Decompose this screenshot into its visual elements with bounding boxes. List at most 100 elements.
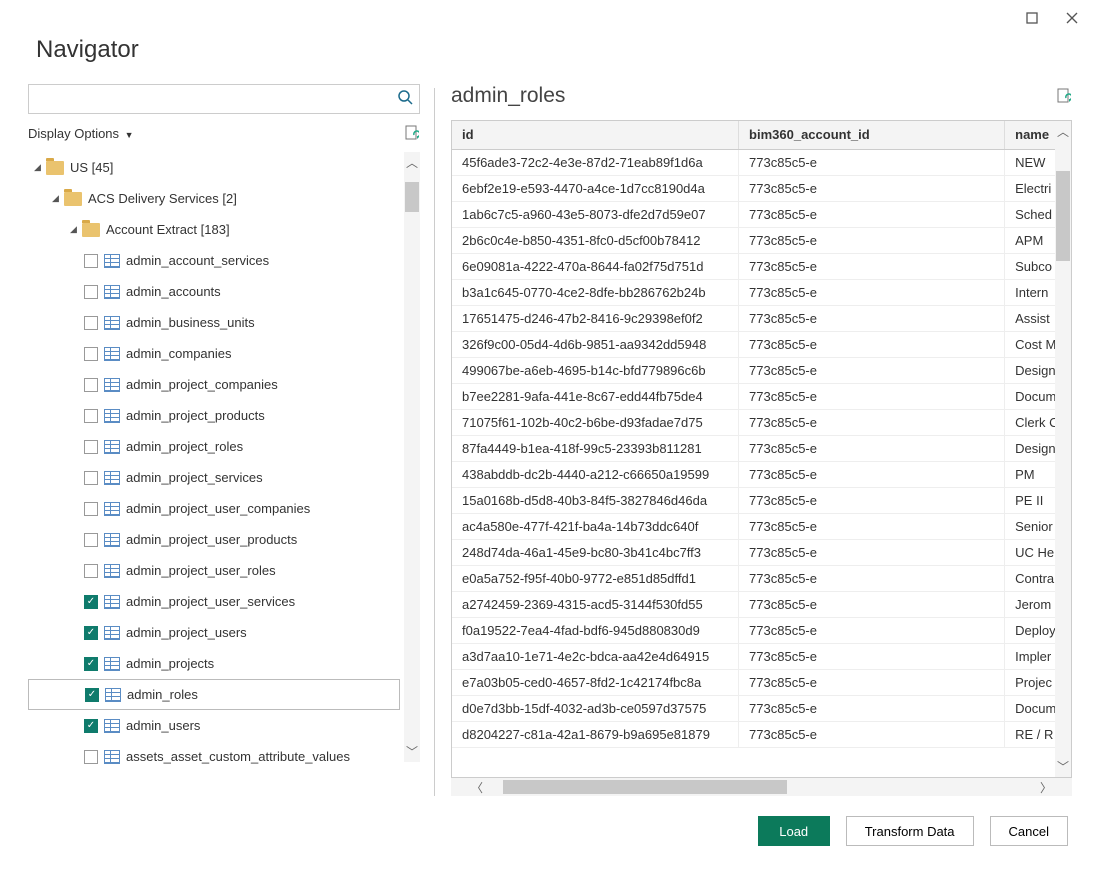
tree-folder-account-extract[interactable]: ◢Account Extract [183] (28, 214, 400, 245)
search-box[interactable] (28, 84, 420, 114)
expand-arrow-icon[interactable]: ◢ (52, 193, 64, 204)
grid-horizontal-scrollbar[interactable]: 〈 〉 (451, 778, 1072, 796)
refresh-tree-icon[interactable] (404, 125, 420, 141)
grid-row[interactable]: 499067be-a6eb-4695-b14c-bfd779896c6b773c… (452, 357, 1071, 383)
checkbox[interactable] (84, 440, 98, 454)
cell-account: 773c85c5-e (739, 539, 1005, 565)
tree-item-admin_accounts[interactable]: admin_accounts (28, 276, 400, 307)
tree-label: admin_accounts (126, 284, 221, 299)
grid-row[interactable]: 87fa4449-b1ea-418f-99c5-23393b811281773c… (452, 435, 1071, 461)
column-header-id[interactable]: id (452, 121, 739, 149)
tree-item-admin_users[interactable]: admin_users (28, 710, 400, 741)
scroll-down-icon[interactable]: ﹀ (1057, 756, 1069, 777)
tree-item-admin_project_users[interactable]: admin_project_users (28, 617, 400, 648)
checkbox[interactable] (84, 347, 98, 361)
tree-item-admin_project_roles[interactable]: admin_project_roles (28, 431, 400, 462)
grid-row[interactable]: ac4a580e-477f-421f-ba4a-14b73ddc640f773c… (452, 513, 1071, 539)
tree-item-admin_companies[interactable]: admin_companies (28, 338, 400, 369)
tree-item-admin_account_services[interactable]: admin_account_services (28, 245, 400, 276)
scroll-right-icon[interactable]: 〉 (1020, 779, 1072, 796)
checkbox[interactable] (84, 657, 98, 671)
transform-data-button[interactable]: Transform Data (846, 816, 974, 846)
scrollbar-thumb[interactable] (1056, 171, 1070, 261)
checkbox[interactable] (85, 688, 99, 702)
display-options-dropdown[interactable]: Display Options ▼ (28, 126, 134, 141)
column-header-account[interactable]: bim360_account_id (739, 121, 1005, 149)
table-icon (104, 285, 120, 299)
load-button[interactable]: Load (758, 816, 830, 846)
checkbox[interactable] (84, 316, 98, 330)
grid-row[interactable]: 248d74da-46a1-45e9-bc80-3b41c4bc7ff3773c… (452, 539, 1071, 565)
close-icon[interactable] (1052, 4, 1092, 32)
tree-folder-us[interactable]: ◢US [45] (28, 152, 400, 183)
tree-item-admin_project_user_products[interactable]: admin_project_user_products (28, 524, 400, 555)
checkbox[interactable] (84, 750, 98, 764)
tree-label: admin_business_units (126, 315, 255, 330)
grid-row[interactable]: 2b6c0c4e-b850-4351-8fc0-d5cf00b78412773c… (452, 227, 1071, 253)
checkbox[interactable] (84, 378, 98, 392)
grid-row[interactable]: 45f6ade3-72c2-4e3e-87d2-71eab89f1d6a773c… (452, 149, 1071, 175)
scrollbar-thumb[interactable] (405, 182, 419, 212)
cell-id: d8204227-c81a-42a1-8679-b9a695e81879 (452, 721, 739, 747)
grid-row[interactable]: d0e7d3bb-15df-4032-ad3b-ce0597d37575773c… (452, 695, 1071, 721)
cell-id: 6ebf2e19-e593-4470-a4ce-1d7cc8190d4a (452, 175, 739, 201)
tree-item-admin_business_units[interactable]: admin_business_units (28, 307, 400, 338)
scroll-up-icon[interactable]: ︿ (1057, 121, 1069, 142)
checkbox[interactable] (84, 502, 98, 516)
grid-row[interactable]: 6ebf2e19-e593-4470-a4ce-1d7cc8190d4a773c… (452, 175, 1071, 201)
grid-row[interactable]: 1ab6c7c5-a960-43e5-8073-dfe2d7d59e07773c… (452, 201, 1071, 227)
grid-row[interactable]: f0a19522-7ea4-4fad-bdf6-945d880830d9773c… (452, 617, 1071, 643)
scroll-down-icon[interactable]: ﹀ (406, 741, 418, 762)
tree-item-admin_project_user_companies[interactable]: admin_project_user_companies (28, 493, 400, 524)
expand-arrow-icon[interactable]: ◢ (70, 224, 82, 235)
grid-row[interactable]: b7ee2281-9afa-441e-8c67-edd44fb75de4773c… (452, 383, 1071, 409)
search-icon[interactable] (397, 89, 413, 110)
grid-vertical-scrollbar[interactable]: ︿ ﹀ (1055, 121, 1071, 777)
search-input[interactable] (35, 91, 397, 108)
grid-row[interactable]: 326f9c00-05d4-4d6b-9851-aa9342dd5948773c… (452, 331, 1071, 357)
checkbox[interactable] (84, 285, 98, 299)
cell-id: 499067be-a6eb-4695-b14c-bfd779896c6b (452, 357, 739, 383)
checkbox[interactable] (84, 471, 98, 485)
grid-row[interactable]: 6e09081a-4222-470a-8644-fa02f75d751d773c… (452, 253, 1071, 279)
grid-row[interactable]: d8204227-c81a-42a1-8679-b9a695e81879773c… (452, 721, 1071, 747)
grid-row[interactable]: b3a1c645-0770-4ce2-8dfe-bb286762b24b773c… (452, 279, 1071, 305)
checkbox[interactable] (84, 533, 98, 547)
table-icon (104, 254, 120, 268)
grid-row[interactable]: 438abddb-dc2b-4440-a212-c66650a19599773c… (452, 461, 1071, 487)
scrollbar-thumb[interactable] (503, 780, 787, 794)
checkbox[interactable] (84, 254, 98, 268)
tree-item-admin_project_services[interactable]: admin_project_services (28, 462, 400, 493)
checkbox[interactable] (84, 409, 98, 423)
grid-row[interactable]: 17651475-d246-47b2-8416-9c29398ef0f2773c… (452, 305, 1071, 331)
tree-item-admin_project_user_services[interactable]: admin_project_user_services (28, 586, 400, 617)
checkbox[interactable] (84, 564, 98, 578)
refresh-preview-icon[interactable] (1056, 88, 1072, 104)
tree-folder-acs[interactable]: ◢ACS Delivery Services [2] (28, 183, 400, 214)
checkbox[interactable] (84, 626, 98, 640)
tree-item-admin_roles[interactable]: admin_roles (28, 679, 400, 710)
grid-row[interactable]: e7a03b05-ced0-4657-8fd2-1c42174fbc8a773c… (452, 669, 1071, 695)
dialog-title: Navigator (36, 36, 1064, 64)
checkbox[interactable] (84, 719, 98, 733)
tree-item-admin_project_companies[interactable]: admin_project_companies (28, 369, 400, 400)
grid-row[interactable]: a3d7aa10-1e71-4e2c-bdca-aa42e4d64915773c… (452, 643, 1071, 669)
grid-row[interactable]: 71075f61-102b-40c2-b6be-d93fadae7d75773c… (452, 409, 1071, 435)
cell-id: ac4a580e-477f-421f-ba4a-14b73ddc640f (452, 513, 739, 539)
maximize-icon[interactable] (1012, 4, 1052, 32)
checkbox[interactable] (84, 595, 98, 609)
tree-label: admin_project_user_companies (126, 501, 310, 516)
expand-arrow-icon[interactable]: ◢ (34, 162, 46, 173)
tree-scrollbar[interactable]: ︿ ﹀ (404, 152, 420, 762)
tree-item-admin_projects[interactable]: admin_projects (28, 648, 400, 679)
grid-row[interactable]: e0a5a752-f95f-40b0-9772-e851d85dffd1773c… (452, 565, 1071, 591)
tree-item-admin_project_products[interactable]: admin_project_products (28, 400, 400, 431)
grid-row[interactable]: a2742459-2369-4315-acd5-3144f530fd55773c… (452, 591, 1071, 617)
grid-row[interactable]: 15a0168b-d5d8-40b3-84f5-3827846d46da773c… (452, 487, 1071, 513)
scroll-left-icon[interactable]: 〈 (451, 779, 503, 796)
tree-item-assets_asset_custom_attribute_values[interactable]: assets_asset_custom_attribute_values (28, 741, 400, 772)
cancel-button[interactable]: Cancel (990, 816, 1068, 846)
scroll-up-icon[interactable]: ︿ (406, 152, 418, 173)
cell-account: 773c85c5-e (739, 331, 1005, 357)
tree-item-admin_project_user_roles[interactable]: admin_project_user_roles (28, 555, 400, 586)
